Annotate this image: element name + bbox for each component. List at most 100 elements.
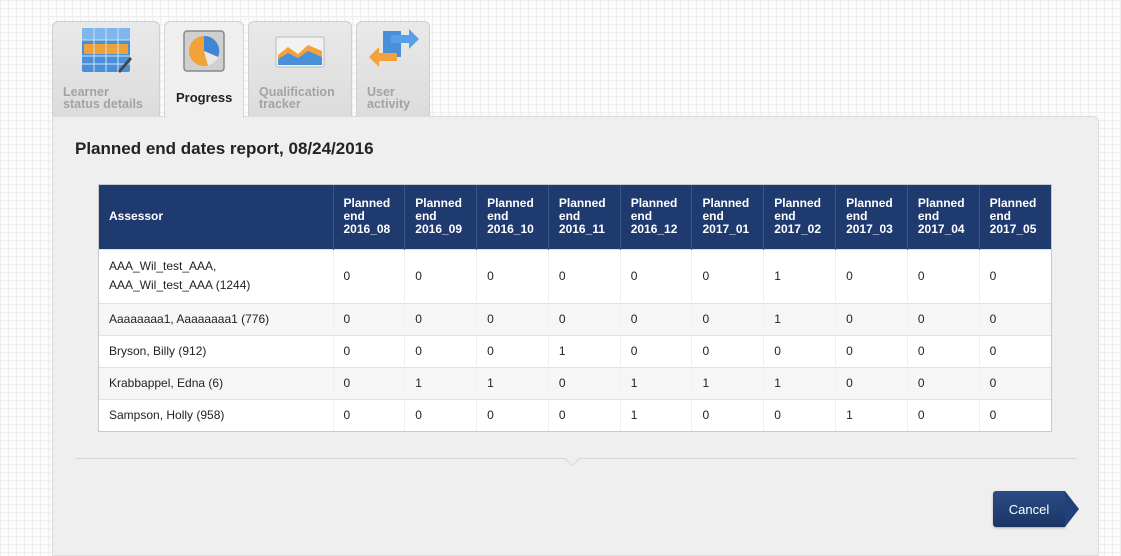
table-header-row: Assessor Planned end 2016_08 Planned end 2… bbox=[99, 185, 1051, 249]
count-cell: 0 bbox=[476, 303, 549, 335]
column-header-label: Planned end 2016_11 bbox=[558, 196, 606, 237]
count-cell: 1 bbox=[763, 303, 837, 335]
tab-label: User activity bbox=[367, 85, 411, 111]
count-cell: 0 bbox=[548, 399, 621, 431]
count-cell: 0 bbox=[691, 303, 765, 335]
count-cell: 0 bbox=[404, 249, 478, 303]
count-cell: 0 bbox=[476, 249, 549, 303]
count-cell: 0 bbox=[907, 367, 980, 399]
report-table-container: Assessor Planned end 2016_08 Planned end 2… bbox=[98, 184, 1052, 432]
count-cell: 0 bbox=[989, 344, 997, 358]
column-header-label: Planned end 2017_01 bbox=[702, 196, 750, 237]
tab-user-activity[interactable]: User activity bbox=[356, 21, 430, 117]
tab-progress[interactable]: Progress bbox=[164, 21, 244, 118]
count-cell: 0 bbox=[548, 249, 621, 303]
count-cell: 0 bbox=[989, 408, 997, 423]
column-header: Planned end 2017_01 bbox=[691, 185, 765, 249]
column-header-label: Planned end 2017_03 bbox=[846, 196, 893, 237]
count-cell: 0 bbox=[691, 335, 765, 367]
count-cell: 0 bbox=[333, 399, 406, 431]
count-cell: 0 bbox=[404, 399, 478, 431]
assessor-cell: Bryson, Billy (912) bbox=[99, 335, 334, 367]
count-cell: 0 bbox=[620, 335, 693, 367]
assessor-cell: Sampson, Holly (958) bbox=[99, 399, 334, 431]
count-cell: 0 bbox=[989, 376, 997, 390]
cancel-button[interactable]: Cancel bbox=[993, 491, 1079, 527]
column-header-label: Planned end 2016_10 bbox=[487, 196, 534, 237]
count-cell: 1 bbox=[763, 249, 837, 303]
count-cell: 0 bbox=[476, 399, 549, 431]
column-header: Planned end 2016_08 bbox=[333, 185, 406, 249]
pie-chart-icon bbox=[183, 30, 225, 72]
count-cell: 0 bbox=[835, 249, 908, 303]
grid-icon bbox=[82, 28, 132, 73]
count-cell: 0 bbox=[835, 367, 908, 399]
count-cell: 0 bbox=[333, 303, 406, 335]
arrows-icon bbox=[369, 29, 419, 67]
count-cell: 1 bbox=[548, 335, 621, 367]
column-header-label: Planned end 2016_09 bbox=[415, 196, 463, 237]
count-cell: 0 bbox=[907, 303, 980, 335]
count-cell: 0 bbox=[691, 399, 765, 431]
area-chart-icon bbox=[275, 36, 325, 68]
report-table: Assessor Planned end 2016_08 Planned end 2… bbox=[99, 185, 1051, 431]
count-cell: 1 bbox=[620, 399, 693, 431]
column-header: Planned end 2017_03 bbox=[835, 185, 908, 249]
count-cell: 0 bbox=[333, 249, 406, 303]
tab-label: Progress bbox=[176, 90, 233, 105]
report-title: Planned end dates report, 08/24/2016 bbox=[75, 139, 374, 158]
count-cell: 0 bbox=[835, 303, 908, 335]
count-cell: 0 bbox=[548, 367, 621, 399]
count-cell: 0 bbox=[907, 249, 980, 303]
tab-learner-status-details[interactable]: Learner status details bbox=[52, 21, 160, 117]
column-header-label: Planned end 2016_08 bbox=[343, 196, 391, 237]
table-row: Sampson, Holly (958) 0 0 0 0 1 0 0 1 0 0 bbox=[99, 399, 1051, 431]
assessor-cell: Aaaaaaaa1, Aaaaaaaa1 (776) bbox=[99, 303, 334, 335]
count-cell: 0 bbox=[548, 303, 621, 335]
count-cell: 0 bbox=[907, 399, 980, 431]
column-header-label: Planned end 2016_12 bbox=[630, 196, 678, 237]
column-header-label: Planned end 2017_04 bbox=[917, 196, 965, 237]
count-cell: 0 bbox=[989, 269, 997, 283]
tab-qualification-tracker[interactable]: Qualification tracker bbox=[248, 21, 352, 117]
count-cell: 1 bbox=[620, 367, 693, 399]
column-header: Planned end 2016_10 bbox=[476, 185, 549, 249]
count-cell: 0 bbox=[763, 399, 837, 431]
tab-label: Learner status details bbox=[63, 85, 143, 111]
column-header-label: Planned end 2017_05 bbox=[989, 196, 1037, 237]
count-cell: 0 bbox=[989, 312, 997, 326]
count-cell: 0 bbox=[691, 249, 765, 303]
table-row: Aaaaaaaa1, Aaaaaaaa1 (776) 0 0 0 0 0 0 1 0 0 0 bbox=[99, 303, 1051, 335]
table-row: AAA_Wil_test_AAA, AAA_Wil_test_AAA (1244… bbox=[99, 249, 1051, 303]
count-cell: 0 bbox=[620, 249, 693, 303]
table-row: Krabbappel, Edna (6) 0 1 1 0 1 1 1 0 0 0 bbox=[99, 367, 1051, 399]
divider-notch bbox=[564, 450, 581, 467]
assessor-cell: Krabbappel, Edna (6) bbox=[99, 367, 334, 399]
column-header: Planned end 2017_05 bbox=[979, 185, 1051, 249]
count-cell: 0 bbox=[763, 335, 837, 367]
count-cell: 0 bbox=[404, 335, 478, 367]
count-cell: 1 bbox=[763, 367, 837, 399]
table-body: AAA_Wil_test_AAA, AAA_Wil_test_AAA (1244… bbox=[99, 249, 1051, 431]
column-header-label: Assessor bbox=[109, 209, 164, 224]
assessor-cell: AAA_Wil_test_AAA, AAA_Wil_test_AAA (1244… bbox=[99, 249, 334, 303]
column-header: Planned end 2016_09 bbox=[404, 185, 478, 249]
count-cell: 1 bbox=[835, 399, 908, 431]
count-cell: 0 bbox=[835, 335, 908, 367]
table-row: Bryson, Billy (912) 0 0 0 1 0 0 0 0 0 0 bbox=[99, 335, 1051, 367]
count-cell: 0 bbox=[476, 335, 549, 367]
count-cell: 0 bbox=[404, 303, 478, 335]
count-cell: 1 bbox=[476, 367, 549, 399]
report-panel: Planned end dates report, 08/24/2016 Ass… bbox=[52, 116, 1099, 556]
column-header: Planned end 2017_02 bbox=[763, 185, 837, 249]
count-cell: 0 bbox=[620, 303, 693, 335]
count-cell: 1 bbox=[404, 367, 478, 399]
count-cell: 0 bbox=[333, 367, 406, 399]
column-header-assessor: Assessor bbox=[99, 185, 334, 249]
count-cell: 1 bbox=[691, 367, 765, 399]
column-header-label: Planned end 2017_02 bbox=[774, 196, 821, 237]
column-header: Planned end 2016_11 bbox=[548, 185, 621, 249]
column-header: Planned end 2016_12 bbox=[620, 185, 693, 249]
column-header: Planned end 2017_04 bbox=[907, 185, 980, 249]
count-cell: 0 bbox=[907, 335, 980, 367]
